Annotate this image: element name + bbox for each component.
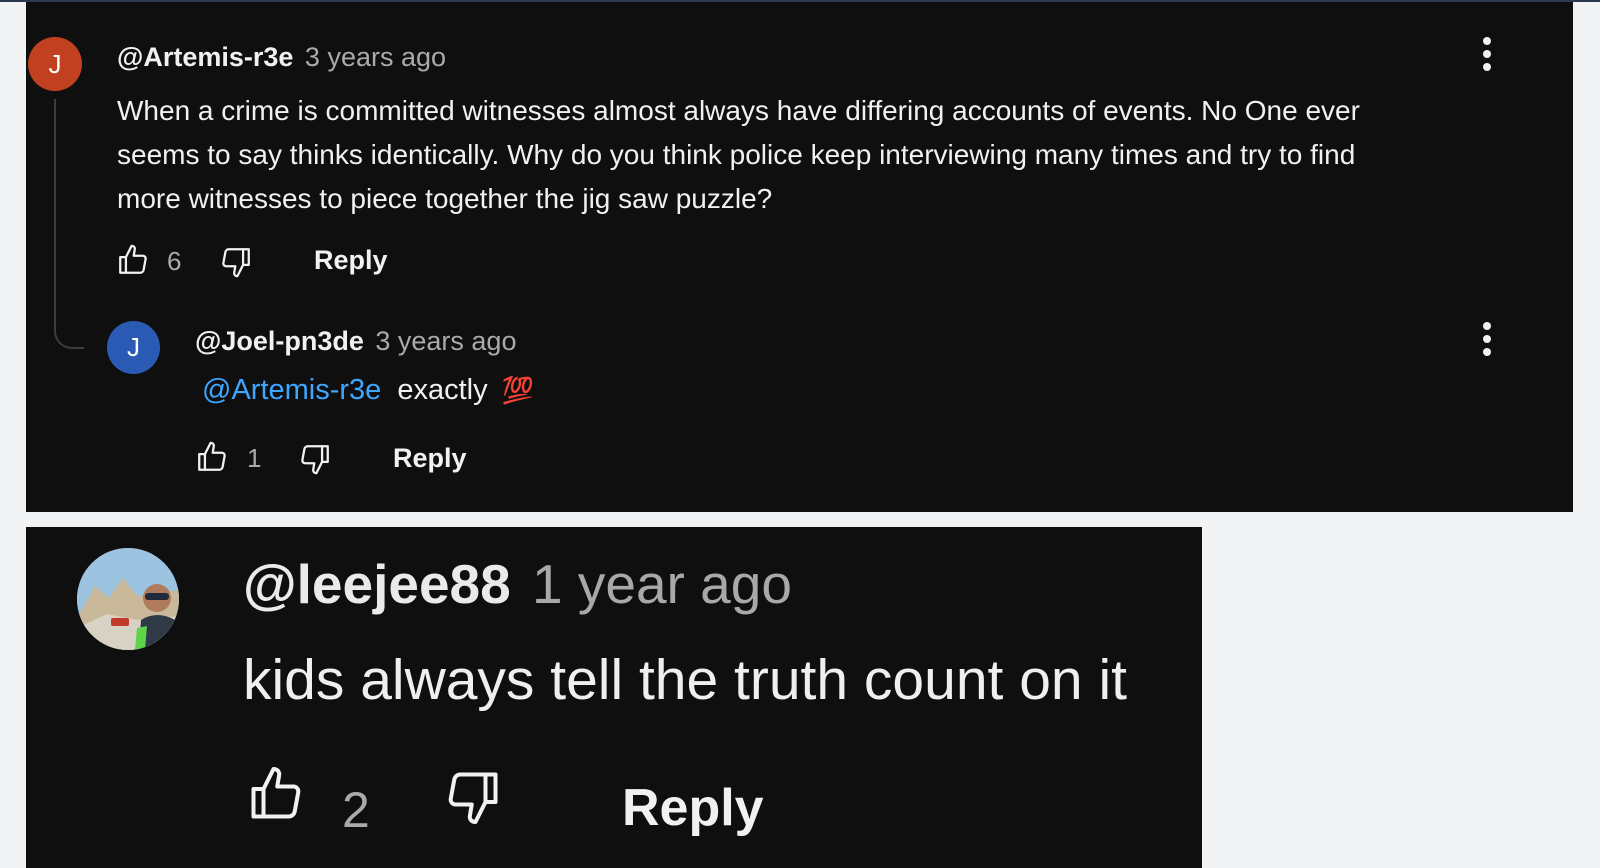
like-count: 1 bbox=[247, 443, 262, 473]
like-button[interactable] bbox=[246, 763, 306, 825]
more-vert-icon bbox=[1483, 322, 1491, 356]
like-button[interactable] bbox=[195, 440, 229, 474]
avatar[interactable]: J bbox=[107, 321, 160, 374]
dislike-button[interactable] bbox=[298, 442, 332, 476]
comment-header: @Artemis-r3e 3 years ago bbox=[117, 42, 446, 74]
reply-body: @Artemis-r3e exactly 💯 bbox=[202, 374, 534, 407]
like-button[interactable] bbox=[116, 243, 150, 277]
comment-author-handle[interactable]: @leejee88 bbox=[243, 553, 511, 615]
hundred-points-emoji: 💯 bbox=[501, 376, 535, 406]
comment-header: @leejee88 1 year ago bbox=[243, 553, 792, 615]
thumbs-up-icon bbox=[198, 441, 226, 471]
comment-author-handle[interactable]: @Artemis-r3e bbox=[117, 42, 293, 72]
comment-text-line: seems to say thinks identically. Why do … bbox=[117, 139, 1356, 170]
avatar[interactable]: J bbox=[28, 37, 82, 91]
profile-photo-image bbox=[77, 548, 179, 650]
reply-timestamp[interactable]: 3 years ago bbox=[375, 326, 516, 356]
mention-link[interactable]: @Artemis-r3e bbox=[202, 374, 381, 406]
thumbs-down-icon bbox=[448, 772, 498, 824]
thumbs-down-icon bbox=[222, 248, 250, 278]
avatar-letter: J bbox=[127, 332, 140, 362]
comment-timestamp[interactable]: 3 years ago bbox=[305, 42, 446, 72]
reply-button[interactable]: Reply bbox=[622, 778, 764, 838]
comment-thread-panel bbox=[26, 2, 1573, 512]
more-actions-button[interactable] bbox=[1475, 35, 1499, 75]
comment-timestamp[interactable]: 1 year ago bbox=[532, 553, 792, 615]
thumbs-up-icon bbox=[251, 767, 301, 819]
more-vert-icon bbox=[1483, 37, 1491, 71]
reply-button[interactable]: Reply bbox=[393, 443, 467, 474]
reply-author-handle[interactable]: @Joel-pn3de bbox=[195, 326, 364, 356]
comment-text-line: When a crime is committed witnesses almo… bbox=[117, 95, 1360, 126]
comment-body: When a crime is committed witnesses almo… bbox=[117, 89, 1507, 221]
reply-header: @Joel-pn3de 3 years ago bbox=[195, 326, 516, 358]
thumbs-down-icon bbox=[301, 445, 329, 475]
comment-body: kids always tell the truth count on it bbox=[243, 648, 1127, 712]
dislike-button[interactable] bbox=[219, 245, 253, 279]
like-count: 2 bbox=[342, 782, 370, 838]
reply-button[interactable]: Reply bbox=[314, 245, 388, 276]
thread-connector bbox=[54, 99, 84, 349]
comment-text-line: more witnesses to piece together the jig… bbox=[117, 183, 773, 214]
avatar-photo[interactable] bbox=[77, 548, 179, 650]
thumbs-up-icon bbox=[119, 244, 147, 274]
dislike-button[interactable] bbox=[443, 766, 503, 828]
more-actions-button[interactable] bbox=[1475, 320, 1499, 360]
reply-text: exactly bbox=[397, 374, 488, 406]
like-count: 6 bbox=[167, 246, 182, 276]
avatar-letter: J bbox=[48, 48, 62, 79]
